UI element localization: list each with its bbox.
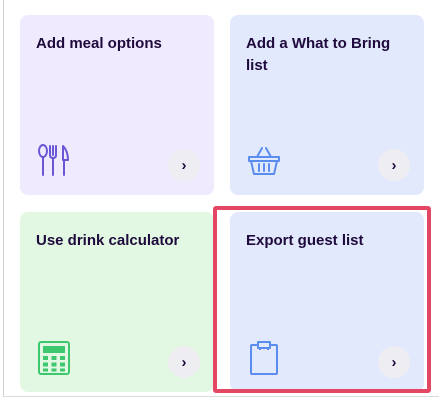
- chevron-right-icon[interactable]: ›: [378, 149, 410, 181]
- utensils-icon: [36, 143, 72, 179]
- card-title: Export guest list: [246, 232, 364, 249]
- page: Add meal options › Add a What to Bring l…: [0, 0, 439, 410]
- use-drink-calculator-card[interactable]: Use drink calculator ›: [20, 212, 214, 392]
- clipboard-icon: [246, 340, 282, 376]
- calculator-icon: [36, 340, 72, 376]
- card-title: Add meal options: [36, 35, 162, 52]
- card-title: Use drink calculator: [36, 232, 180, 249]
- add-meal-options-card[interactable]: Add meal options ›: [20, 15, 214, 195]
- chevron-right-icon[interactable]: ›: [168, 149, 200, 181]
- chevron-right-icon[interactable]: ›: [168, 346, 200, 378]
- left-divider: [3, 0, 4, 396]
- basket-icon: [246, 143, 282, 179]
- chevron-right-icon[interactable]: ›: [378, 346, 410, 378]
- add-what-to-bring-card[interactable]: Add a What to Bring list ›: [230, 15, 424, 195]
- bottom-divider: [3, 396, 439, 397]
- export-guest-list-card[interactable]: Export guest list ›: [230, 212, 424, 392]
- card-title: Add a What to Bring list: [246, 35, 391, 74]
